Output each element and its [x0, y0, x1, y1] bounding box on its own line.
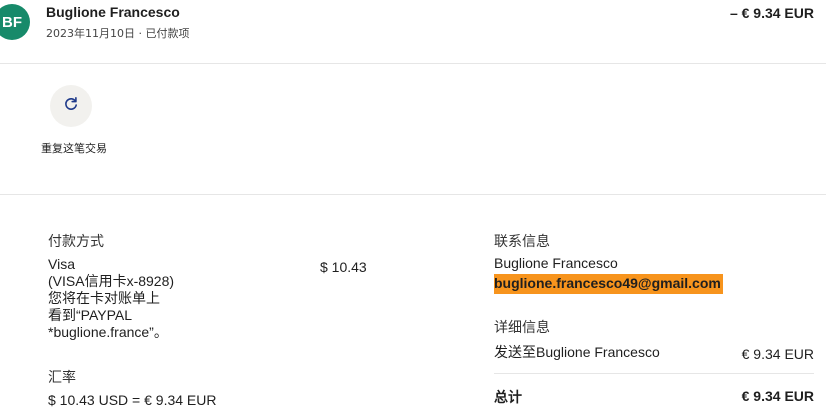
avatar: BF	[0, 4, 30, 40]
contact-info-title: 联系信息	[494, 234, 550, 250]
divider	[0, 194, 826, 195]
transaction-detail-page: BF Buglione Francesco 2023年11月10日 · 已付款项…	[0, 0, 826, 411]
transaction-date: 2023年11月10日	[46, 27, 135, 40]
total-label: 总计	[494, 389, 522, 405]
payment-method-line: (VISA信用卡x-8928)	[48, 273, 175, 289]
refresh-icon	[63, 96, 79, 116]
payment-method-title: 付款方式	[48, 234, 104, 250]
details-title: 详细信息	[494, 320, 550, 336]
subtitle-separator: ·	[138, 27, 143, 40]
transaction-amount: – € 9.34 EUR	[729, 5, 814, 21]
exchange-rate-value: $ 10.43 USD = € 9.34 EUR	[48, 392, 217, 408]
payment-method-line: 您将在卡对账单上	[48, 290, 160, 306]
contact-email[interactable]: buglione.francesco49@gmail.com	[494, 274, 723, 294]
contact-name: Buglione Francesco	[494, 255, 618, 271]
payment-method-details: Visa (VISA信用卡x-8928) 您将在卡对账单上 看到“PAYPAL …	[48, 256, 248, 341]
payment-method-amount: $ 10.43	[320, 259, 367, 275]
payment-method-line: 看到“PAYPAL	[48, 307, 133, 323]
transaction-subtitle: 2023年11月10日 · 已付款项	[46, 25, 190, 41]
repeat-transaction-label[interactable]: 重复这笔交易	[40, 140, 108, 157]
total-amount: € 9.34 EUR	[741, 388, 814, 404]
repeat-transaction-button[interactable]	[50, 85, 92, 127]
transaction-status: 已付款项	[145, 27, 190, 40]
payment-method-line: *buglione.france”。	[48, 324, 168, 340]
total-divider	[494, 373, 814, 374]
divider	[0, 63, 826, 64]
payment-method-line: Visa	[48, 256, 75, 272]
merchant-name: Buglione Francesco	[46, 4, 180, 20]
sent-to-label: 发送至Buglione Francesco	[494, 344, 660, 360]
exchange-rate-title: 汇率	[48, 370, 76, 386]
sent-amount: € 9.34 EUR	[741, 346, 814, 362]
